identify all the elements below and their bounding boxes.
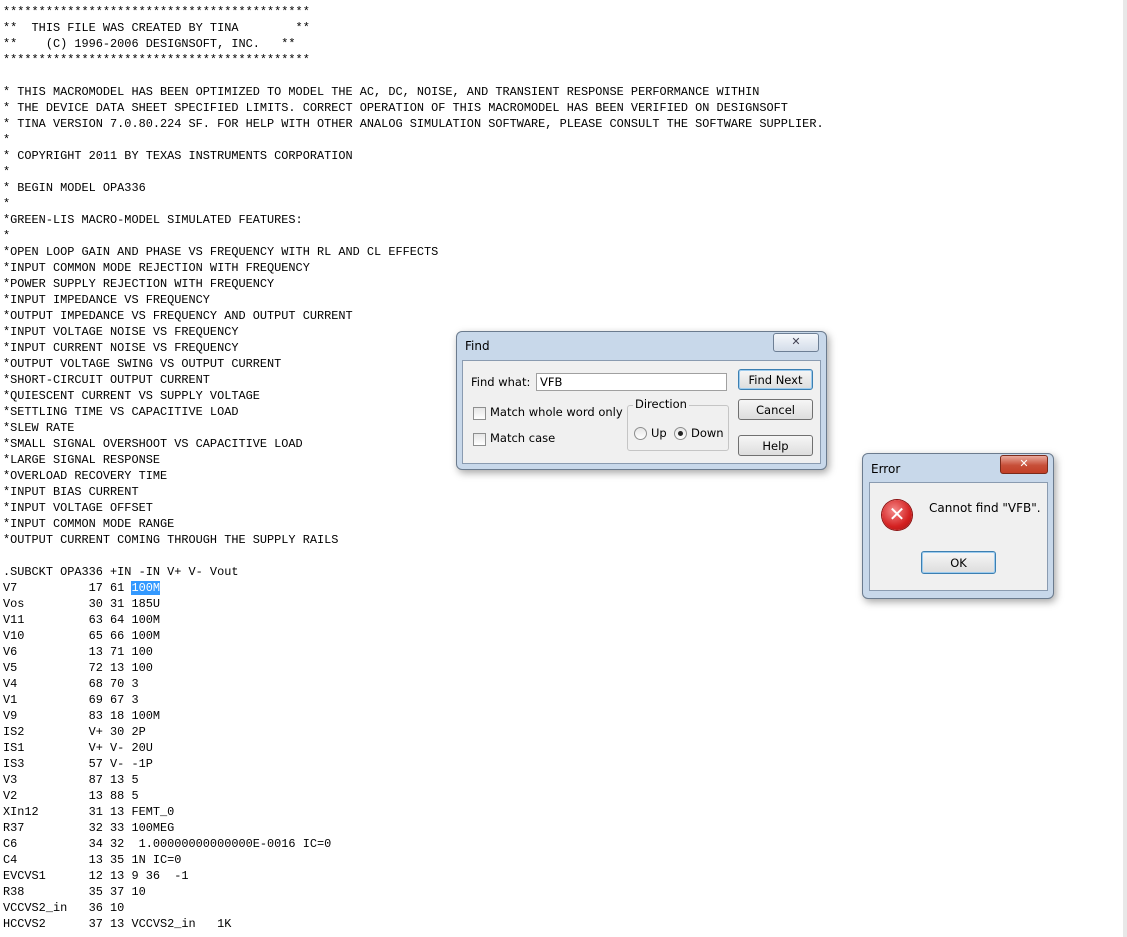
editor-line[interactable]: V10 65 66 100M xyxy=(3,628,824,644)
direction-up-label[interactable]: Up xyxy=(651,426,667,440)
editor-line[interactable]: R37 32 33 100MEG xyxy=(3,820,824,836)
editor-line[interactable]: *INPUT COMMON MODE RANGE xyxy=(3,516,824,532)
editor-line[interactable]: V9 83 18 100M xyxy=(3,708,824,724)
direction-down-radio[interactable] xyxy=(674,427,687,440)
editor-line[interactable]: Vos 30 31 185U xyxy=(3,596,824,612)
close-icon: ✕ xyxy=(1019,457,1029,470)
direction-up-radio[interactable] xyxy=(634,427,647,440)
editor-line[interactable]: ****************************************… xyxy=(3,4,824,20)
editor-line[interactable]: V2 13 88 5 xyxy=(3,788,824,804)
editor-line[interactable] xyxy=(3,548,824,564)
cancel-button[interactable]: Cancel xyxy=(738,399,813,420)
editor-line[interactable]: * xyxy=(3,132,824,148)
editor-line[interactable]: VCCVS2_in 36 10 xyxy=(3,900,824,916)
error-dialog: Error ✕ ✕ Cannot find "VFB". OK xyxy=(862,453,1054,599)
editor-line[interactable]: * TINA VERSION 7.0.80.224 SF. FOR HELP W… xyxy=(3,116,824,132)
find-dialog-title: Find xyxy=(465,339,490,353)
error-message: Cannot find "VFB". xyxy=(929,501,1041,515)
direction-label: Direction xyxy=(633,397,689,411)
editor-line[interactable]: V7 17 61 100M xyxy=(3,580,824,596)
editor-line[interactable]: ** THIS FILE WAS CREATED BY TINA ** xyxy=(3,20,824,36)
editor-line[interactable]: * xyxy=(3,196,824,212)
editor-line[interactable]: XIn12 31 13 FEMT_0 xyxy=(3,804,824,820)
editor-line[interactable]: IS2 V+ 30 2P xyxy=(3,724,824,740)
error-icon: ✕ xyxy=(882,500,912,530)
editor-line[interactable] xyxy=(3,68,824,84)
editor-line[interactable]: V11 63 64 100M xyxy=(3,612,824,628)
find-what-input[interactable] xyxy=(536,373,727,391)
vertical-scrollbar[interactable] xyxy=(1123,0,1127,937)
editor-line[interactable]: *INPUT VOLTAGE OFFSET xyxy=(3,500,824,516)
editor-line[interactable]: *INPUT BIAS CURRENT xyxy=(3,484,824,500)
editor-line[interactable]: *OVERLOAD RECOVERY TIME xyxy=(3,468,824,484)
editor-line[interactable]: C4 13 35 1N IC=0 xyxy=(3,852,824,868)
editor-line[interactable]: R38 35 37 10 xyxy=(3,884,824,900)
find-dialog: Find ✕ Find what: Find Next Cancel Help … xyxy=(456,331,827,470)
editor-line[interactable]: *OUTPUT CURRENT COMING THROUGH THE SUPPL… xyxy=(3,532,824,548)
editor-line[interactable]: V6 13 71 100 xyxy=(3,644,824,660)
find-next-button[interactable]: Find Next xyxy=(738,369,813,390)
find-what-label: Find what: xyxy=(471,375,531,389)
match-whole-word-label[interactable]: Match whole word only xyxy=(490,405,623,419)
match-case-checkbox[interactable] xyxy=(473,433,486,446)
editor-line[interactable]: C6 34 32 1.00000000000000E-0016 IC=0 xyxy=(3,836,824,852)
editor-line[interactable]: V3 87 13 5 xyxy=(3,772,824,788)
find-close-button[interactable]: ✕ xyxy=(773,333,819,352)
editor-line[interactable]: * THIS MACROMODEL HAS BEEN OPTIMIZED TO … xyxy=(3,84,824,100)
editor-line[interactable]: *OUTPUT IMPEDANCE VS FREQUENCY AND OUTPU… xyxy=(3,308,824,324)
editor-line[interactable]: V4 68 70 3 xyxy=(3,676,824,692)
editor-line[interactable]: *POWER SUPPLY REJECTION WITH FREQUENCY xyxy=(3,276,824,292)
editor-line[interactable]: IS3 57 V- -1P xyxy=(3,756,824,772)
editor-line[interactable]: HCCVS2 37 13 VCCVS2_in 1K xyxy=(3,916,824,932)
error-dialog-body: ✕ Cannot find "VFB". OK xyxy=(869,482,1048,591)
editor-line[interactable]: ****************************************… xyxy=(3,52,824,68)
error-dialog-title: Error xyxy=(871,462,901,476)
editor-line[interactable]: *GREEN-LIS MACRO-MODEL SIMULATED FEATURE… xyxy=(3,212,824,228)
editor-line[interactable]: * COPYRIGHT 2011 BY TEXAS INSTRUMENTS CO… xyxy=(3,148,824,164)
editor-line[interactable]: * THE DEVICE DATA SHEET SPECIFIED LIMITS… xyxy=(3,100,824,116)
match-case-label[interactable]: Match case xyxy=(490,431,555,445)
editor-line[interactable]: .SUBCKT OPA336 +IN -IN V+ V- Vout xyxy=(3,564,824,580)
editor-line[interactable]: * BEGIN MODEL OPA336 xyxy=(3,180,824,196)
editor-line[interactable]: * xyxy=(3,228,824,244)
editor-line[interactable]: IS1 V+ V- 20U xyxy=(3,740,824,756)
error-close-button[interactable]: ✕ xyxy=(1000,455,1048,474)
close-icon: ✕ xyxy=(791,335,801,348)
editor-line[interactable]: *INPUT IMPEDANCE VS FREQUENCY xyxy=(3,292,824,308)
selected-text[interactable]: 100M xyxy=(131,581,160,595)
editor-line[interactable]: * xyxy=(3,164,824,180)
editor-line[interactable]: *OPEN LOOP GAIN AND PHASE VS FREQUENCY W… xyxy=(3,244,824,260)
editor-line[interactable]: *INPUT COMMON MODE REJECTION WITH FREQUE… xyxy=(3,260,824,276)
direction-down-label[interactable]: Down xyxy=(691,426,724,440)
find-dialog-body: Find what: Find Next Cancel Help Match w… xyxy=(462,360,821,464)
ok-button[interactable]: OK xyxy=(921,551,996,574)
editor-line[interactable]: V1 69 67 3 xyxy=(3,692,824,708)
editor-line[interactable]: EVCVS1 12 13 9 36 -1 xyxy=(3,868,824,884)
match-whole-word-checkbox[interactable] xyxy=(473,407,486,420)
help-button[interactable]: Help xyxy=(738,435,813,456)
editor-line[interactable]: V5 72 13 100 xyxy=(3,660,824,676)
editor-line[interactable]: ** (C) 1996-2006 DESIGNSOFT, INC. ** xyxy=(3,36,824,52)
